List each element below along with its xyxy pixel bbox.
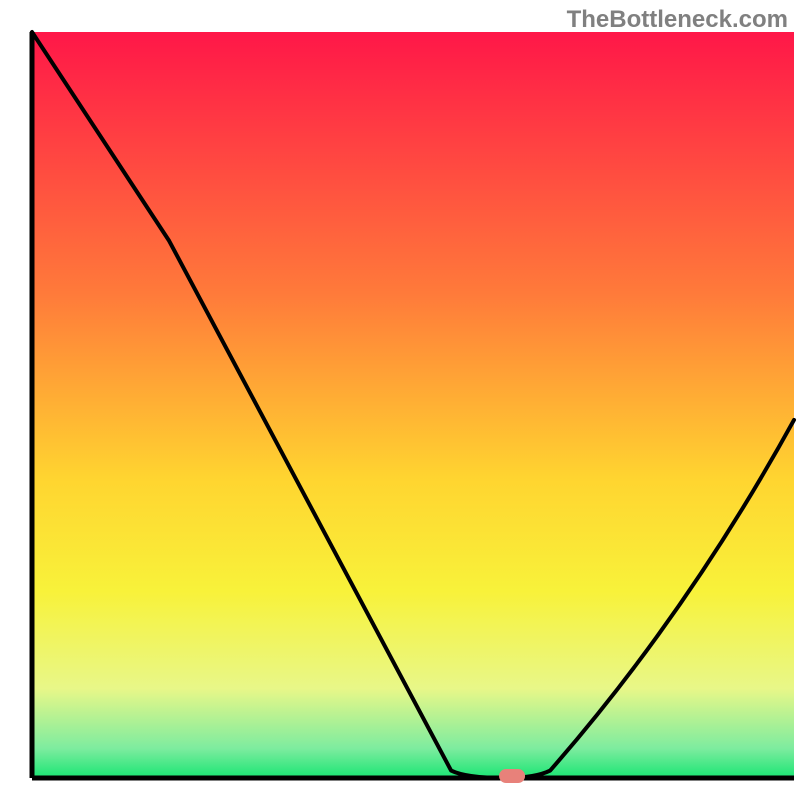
plot-background xyxy=(32,32,794,778)
chart-svg xyxy=(0,0,800,800)
chart-container: TheBottleneck.com xyxy=(0,0,800,800)
notch-marker xyxy=(499,769,525,783)
attribution-text: TheBottleneck.com xyxy=(567,6,788,34)
